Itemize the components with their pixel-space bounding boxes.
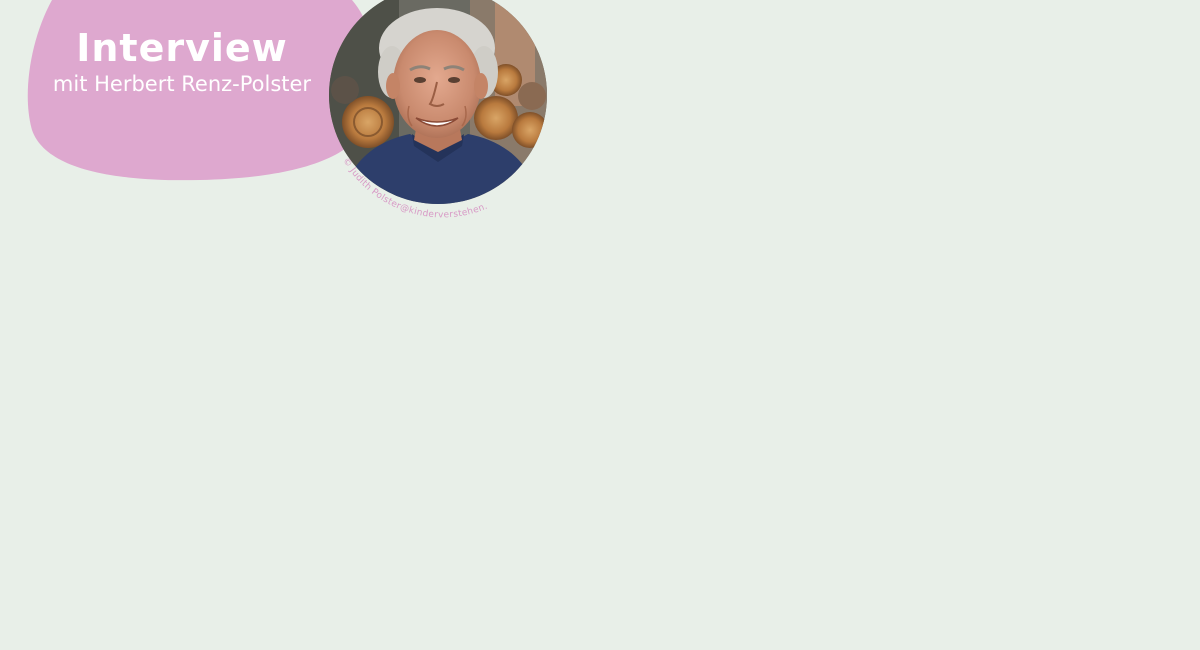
- banner-title: Interview: [76, 26, 288, 70]
- banner-canvas: Interview mit Herbert Renz-Polster © Jud…: [0, 0, 547, 220]
- banner-subtitle: mit Herbert Renz-Polster: [53, 72, 312, 96]
